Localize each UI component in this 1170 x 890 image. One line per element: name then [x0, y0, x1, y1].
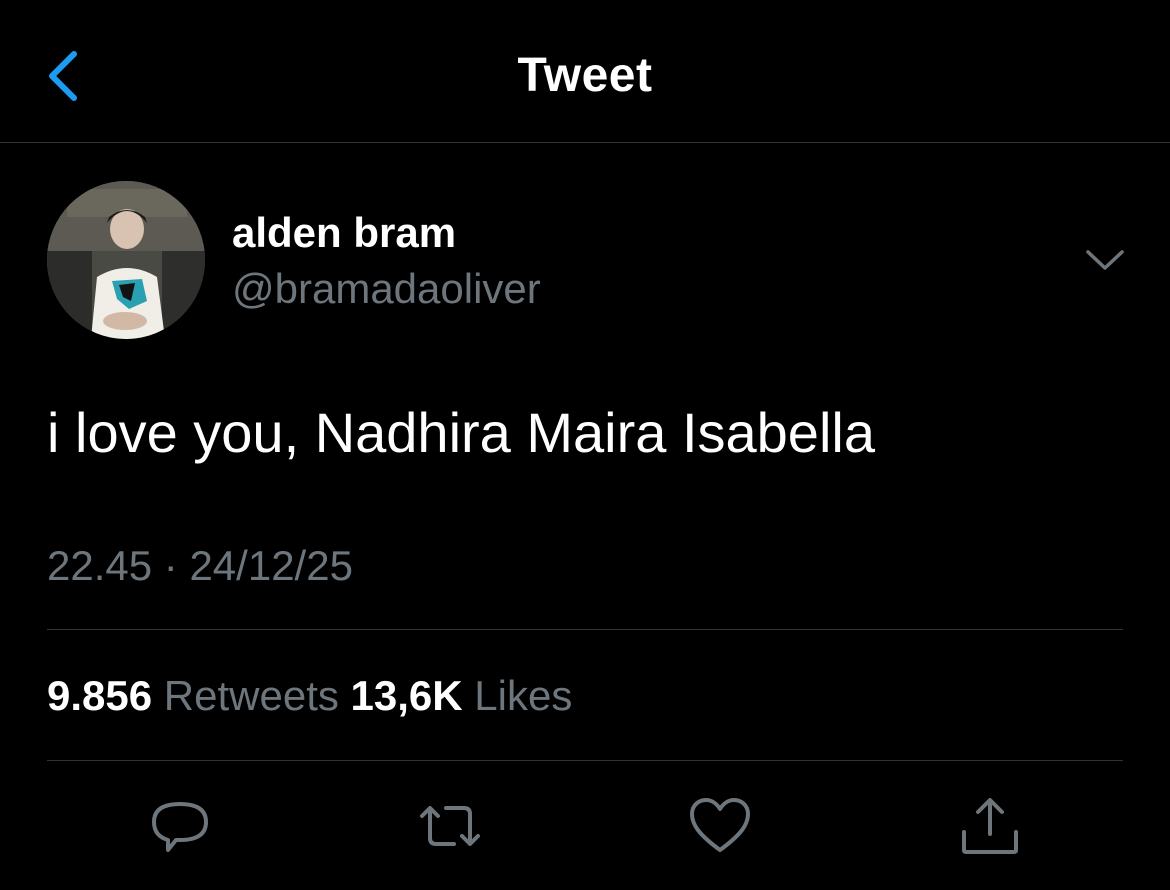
retweets-stat[interactable]: 9.856 Retweets [47, 672, 339, 719]
likes-label: Likes [474, 672, 573, 719]
reply-button[interactable] [148, 794, 212, 858]
tweet-time: 22.45 [47, 542, 153, 589]
chevron-down-icon [1086, 250, 1124, 270]
author-handle[interactable]: @bramadaoliver [232, 262, 541, 316]
retweet-icon [420, 806, 480, 846]
top-navigation-bar: Tweet [0, 0, 1170, 143]
retweets-label: Retweets [163, 672, 339, 719]
avatar-photo [47, 181, 205, 339]
likes-stat[interactable]: 13,6K Likes [351, 672, 573, 719]
more-options-button[interactable] [1080, 240, 1130, 280]
avatar[interactable] [47, 181, 205, 339]
like-icon [690, 798, 750, 852]
share-icon [962, 798, 1018, 854]
share-button[interactable] [958, 794, 1022, 858]
tweet-timestamp: 22.45 · 24/12/25 [47, 538, 353, 594]
engagement-stats: 9.856 Retweets 13,6K Likes [47, 668, 572, 724]
likes-count: 13,6K [350, 672, 463, 719]
divider [47, 760, 1123, 761]
author-display-name[interactable]: alden bram [232, 206, 456, 260]
tweet-date: 24/12/25 [189, 542, 353, 589]
retweets-count: 9.856 [47, 672, 153, 719]
retweet-button[interactable] [418, 794, 482, 858]
divider [47, 629, 1123, 630]
reply-icon [152, 802, 208, 852]
like-button[interactable] [688, 794, 752, 858]
tweet-text: i love you, Nadhira Maira Isabella [47, 401, 875, 464]
timestamp-separator: · [163, 542, 178, 589]
page-title: Tweet [517, 49, 653, 102]
